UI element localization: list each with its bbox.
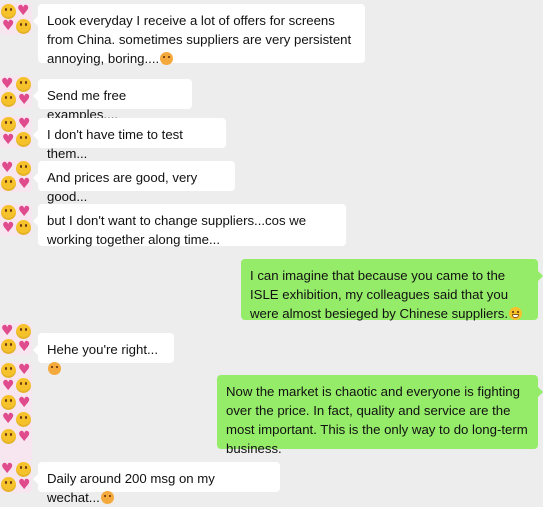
smiley-icon (16, 77, 31, 92)
smiley-icon (1, 205, 16, 220)
message-text: And prices are good, very good... (47, 170, 198, 204)
smiley-icon (1, 4, 16, 19)
contact-avatar[interactable]: ♥ ♥ (0, 76, 32, 108)
smiley-icon (1, 92, 16, 107)
incoming-message[interactable]: I don't have time to test them... (33, 118, 226, 161)
smiley-icon (1, 339, 16, 354)
smiley-icon (1, 477, 16, 492)
incoming-message[interactable]: And prices are good, very good... (33, 161, 235, 204)
heart-icon: ♥ (18, 429, 31, 445)
heart-icon: ♥ (2, 378, 15, 394)
heart-icon: ♥ (18, 176, 31, 192)
smiley-icon (16, 412, 31, 427)
incoming-message[interactable]: Send me free examples.... (33, 79, 192, 122)
contact-avatar[interactable]: ♥ ♥ (0, 116, 32, 148)
heart-icon: ♥ (1, 323, 14, 339)
heart-icon: ♥ (18, 362, 31, 378)
heart-icon: ♥ (1, 160, 14, 176)
outgoing-message[interactable]: I can imagine that because you came to t… (241, 259, 543, 321)
hot-face-emoji-icon (160, 52, 174, 65)
contact-avatar[interactable]: ♥ ♥ (0, 461, 32, 493)
smiley-icon (16, 161, 31, 176)
message-text: Look everyday I receive a lot of offers … (47, 13, 352, 66)
outgoing-message[interactable]: Now the market is chaotic and everyone i… (217, 375, 543, 456)
contact-avatar[interactable]: ♥ ♥ ♥ ♥ ♥ (0, 362, 32, 462)
contact-avatar[interactable]: ♥ ♥ (0, 160, 32, 192)
message-text: I don't have time to test them... (47, 127, 183, 161)
heart-icon: ♥ (18, 395, 31, 411)
smiley-icon (16, 19, 31, 34)
contact-avatar[interactable]: ♥ ♥ (0, 3, 32, 35)
smiley-icon (16, 462, 31, 477)
grimace-emoji-icon (509, 307, 523, 320)
heart-icon: ♥ (1, 461, 14, 477)
heart-icon: ♥ (18, 92, 31, 108)
heart-icon: ♥ (2, 411, 15, 427)
smiley-icon (1, 395, 16, 410)
incoming-message[interactable]: Look everyday I receive a lot of offers … (33, 4, 365, 66)
heart-icon: ♥ (2, 220, 15, 236)
heart-icon: ♥ (2, 18, 15, 34)
heart-icon: ♥ (18, 116, 31, 132)
incoming-message[interactable]: but I don't want to change suppliers...c… (33, 204, 346, 247)
message-text: I can imagine that because you came to t… (250, 268, 509, 321)
incoming-message[interactable]: Hehe you're right... (33, 333, 174, 375)
smiley-icon (16, 132, 31, 147)
message-text: but I don't want to change suppliers...c… (47, 213, 307, 247)
message-text: Daily around 200 msg on my wechat... (47, 471, 215, 505)
smiley-icon (1, 176, 16, 191)
smiley-icon (16, 324, 31, 339)
hot-face-emoji-icon (100, 491, 114, 504)
heart-icon: ♥ (18, 339, 31, 355)
contact-avatar[interactable]: ♥ ♥ (0, 204, 32, 236)
smiley-icon (1, 117, 16, 132)
message-text: Send me free examples.... (47, 88, 127, 122)
contact-avatar[interactable]: ♥ ♥ (0, 323, 32, 355)
smiley-icon (16, 220, 31, 235)
incoming-message[interactable]: Daily around 200 msg on my wechat... (33, 462, 280, 505)
hot-face-emoji-icon (48, 362, 61, 375)
heart-icon: ♥ (2, 132, 15, 148)
smiley-icon (16, 378, 31, 393)
heart-icon: ♥ (18, 477, 31, 493)
smiley-icon (1, 363, 16, 378)
message-text: Now the market is chaotic and everyone i… (226, 384, 528, 456)
heart-icon: ♥ (18, 204, 31, 220)
message-text: Hehe you're right... (47, 342, 159, 357)
heart-icon: ♥ (17, 3, 30, 19)
heart-icon: ♥ (1, 76, 14, 92)
smiley-icon (1, 429, 16, 444)
